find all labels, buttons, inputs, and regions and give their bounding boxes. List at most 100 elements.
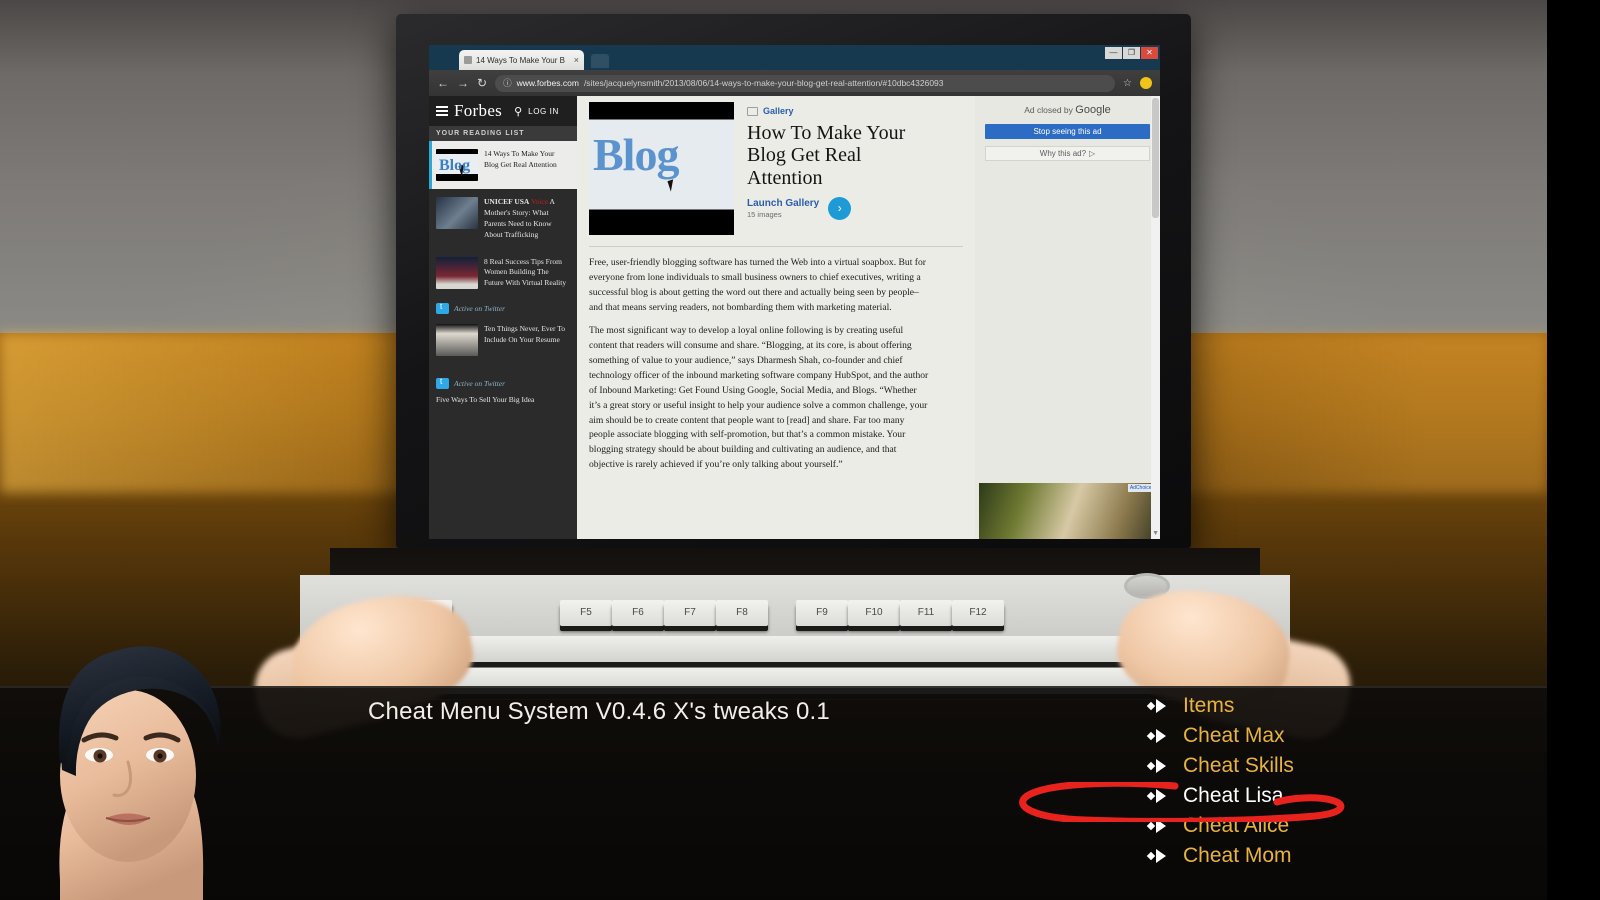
cheat-menu-item-cheat-skills[interactable]: Cheat Skills xyxy=(1148,754,1294,778)
forbes-header: Forbes ⚲ LOG IN xyxy=(429,96,577,126)
twitter-icon xyxy=(436,302,449,315)
close-window-icon[interactable]: ✕ xyxy=(1141,47,1158,59)
cheat-menu-title: Cheat Menu System V0.4.6 X's tweaks 0.1 xyxy=(368,698,830,725)
launch-gallery-label: Launch Gallery xyxy=(747,198,820,210)
key-f10[interactable]: F10 xyxy=(848,600,900,626)
brand-tag: Voice xyxy=(531,197,549,206)
key-f5[interactable]: F5 xyxy=(560,600,612,626)
cheat-menu-list: Items Cheat Max Cheat Skills Cheat Lisa … xyxy=(1148,694,1294,868)
divider xyxy=(589,246,963,247)
list-item[interactable]: UNICEF USA Voice A Mother's Story: What … xyxy=(429,189,577,249)
twitter-icon xyxy=(436,377,449,390)
list-item-title: Ten Things Never, Ever To Include On You… xyxy=(484,324,566,344)
scrollbar[interactable]: ▼ xyxy=(1151,96,1160,539)
arrow-right-icon xyxy=(1148,728,1170,744)
url-host: www.forbes.com xyxy=(516,78,579,88)
twitter-section-header: Active on Twitter xyxy=(429,364,577,391)
stop-seeing-ad-button[interactable]: Stop seeing this ad xyxy=(985,124,1150,139)
chevron-right-icon[interactable]: › xyxy=(828,197,852,221)
site-info-icon[interactable]: ⓘ xyxy=(503,77,512,89)
article-body: Gallery How To Make Your Blog Get Real A… xyxy=(577,96,975,539)
tab-favicon xyxy=(464,56,472,64)
reload-icon[interactable]: ↻ xyxy=(477,76,487,90)
laptop-screen: 14 Ways To Make Your B × — ❐ ✕ ← → ↻ ⓘ w… xyxy=(429,45,1160,539)
list-item-brand: UNICEF USA xyxy=(484,197,530,206)
close-icon[interactable]: × xyxy=(574,55,579,65)
key-f12[interactable]: F12 xyxy=(952,600,1004,626)
key-f9[interactable]: F9 xyxy=(796,600,848,626)
bookmark-star-icon[interactable]: ☆ xyxy=(1123,78,1132,89)
key-f11[interactable]: F11 xyxy=(900,600,952,626)
url-path: /sites/jacquelynsmith/2013/08/06/14-ways… xyxy=(583,78,944,88)
address-bar[interactable]: ⓘ www.forbes.com/sites/jacquelynsmith/20… xyxy=(495,74,1116,92)
reading-list-header: YOUR READING LIST xyxy=(429,126,577,141)
cheat-menu-item-label: Cheat Alice xyxy=(1183,814,1290,837)
launch-gallery-button[interactable]: Launch Gallery 15 images › xyxy=(747,197,932,221)
cheat-menu-item-cheat-mom[interactable]: Cheat Mom xyxy=(1148,844,1294,868)
key-f7[interactable]: F7 xyxy=(664,600,716,626)
cheat-menu-item-cheat-alice[interactable]: Cheat Alice xyxy=(1148,814,1294,838)
cursor-icon xyxy=(667,179,677,192)
ad-closed-text: Ad closed by xyxy=(1024,105,1073,115)
list-item-title: 14 Ways To Make Your Blog Get Real Atten… xyxy=(484,149,557,169)
back-icon[interactable]: ← xyxy=(437,76,449,90)
article-thumbnail xyxy=(436,149,478,181)
arrow-right-icon xyxy=(1148,848,1170,864)
cheat-menu-item-label: Cheat Max xyxy=(1183,724,1285,747)
forbes-logo[interactable]: Forbes xyxy=(454,101,502,121)
google-logo: Google xyxy=(1075,104,1111,116)
list-item-title[interactable]: Five Ways To Sell Your Big Idea xyxy=(429,391,577,408)
keyboard-row[interactable] xyxy=(400,636,1212,662)
adchoices-icon: ▷ xyxy=(1089,149,1096,158)
page-viewport: Forbes ⚲ LOG IN YOUR READING LIST 14 Way… xyxy=(429,96,1160,539)
why-this-ad-label: Why this ad? xyxy=(1039,149,1087,158)
character-portrait xyxy=(58,646,221,900)
list-item-title: 8 Real Success Tips From Women Building … xyxy=(484,256,567,288)
window-controls: — ❐ ✕ xyxy=(1105,47,1158,59)
list-item[interactable]: 14 Ways To Make Your Blog Get Real Atten… xyxy=(429,141,577,189)
gallery-icon xyxy=(747,106,758,116)
list-item-title: UNICEF USA Voice A Mother's Story: What … xyxy=(484,197,570,241)
arrow-right-icon xyxy=(1148,758,1170,774)
arrow-right-icon xyxy=(1148,698,1170,714)
cheat-menu-item-label: Items xyxy=(1183,694,1235,717)
key-f6[interactable]: F6 xyxy=(612,600,664,626)
cheat-menu-item-label: Cheat Skills xyxy=(1183,754,1294,777)
article-thumbnail xyxy=(436,324,478,357)
chevron-down-icon[interactable]: ▼ xyxy=(1152,530,1159,537)
avatar[interactable] xyxy=(1140,77,1152,89)
minimize-icon[interactable]: — xyxy=(1105,47,1122,59)
image-count: 15 images xyxy=(747,210,782,220)
twitter-label: Active on Twitter xyxy=(454,304,506,314)
why-this-ad-button[interactable]: Why this ad? ▷ xyxy=(985,146,1150,161)
browser-tab[interactable]: 14 Ways To Make Your B × xyxy=(459,50,584,70)
article-paragraph: The most significant way to develop a lo… xyxy=(589,325,929,471)
forbes-sidebar: Forbes ⚲ LOG IN YOUR READING LIST 14 Way… xyxy=(429,96,577,539)
cheat-menu-item-cheat-lisa[interactable]: Cheat Lisa xyxy=(1148,784,1294,808)
list-item[interactable]: Ten Things Never, Ever To Include On You… xyxy=(429,316,577,364)
scrollbar-thumb[interactable] xyxy=(1152,98,1159,218)
browser-toolbar: ← → ↻ ⓘ www.forbes.com/sites/jacquelynsm… xyxy=(429,70,1160,96)
list-item[interactable]: 8 Real Success Tips From Women Building … xyxy=(429,249,577,298)
new-tab-button[interactable] xyxy=(591,54,609,68)
ad-banner-image[interactable]: AdChoices xyxy=(979,483,1157,539)
tab-title: 14 Ways To Make Your B xyxy=(476,55,565,65)
article-thumbnail xyxy=(436,256,478,289)
cursor-icon xyxy=(458,164,468,177)
key-f8[interactable]: F8 xyxy=(716,600,768,626)
cheat-menu-item-items[interactable]: Items xyxy=(1148,694,1294,718)
arrow-right-icon xyxy=(1148,818,1170,834)
gallery-tag-label: Gallery xyxy=(763,106,794,116)
letterbox-bar xyxy=(1547,0,1600,900)
gallery-image[interactable] xyxy=(589,102,734,235)
cheat-menu-item-cheat-max[interactable]: Cheat Max xyxy=(1148,724,1294,748)
forward-icon[interactable]: → xyxy=(457,76,469,90)
keyboard-function-row: F3 F4 F5 F6 F7 F8 F9 F10 F11 F12 xyxy=(400,600,1212,694)
browser-tabstrip: 14 Ways To Make Your B × — ❐ ✕ xyxy=(429,45,1160,70)
search-icon[interactable]: ⚲ xyxy=(514,105,522,118)
hamburger-menu-icon[interactable] xyxy=(436,106,448,116)
login-button[interactable]: LOG IN xyxy=(528,107,559,116)
maximize-icon[interactable]: ❐ xyxy=(1123,47,1140,59)
twitter-label: Active on Twitter xyxy=(454,379,506,389)
gallery-promo: Gallery How To Make Your Blog Get Real A… xyxy=(589,102,963,235)
